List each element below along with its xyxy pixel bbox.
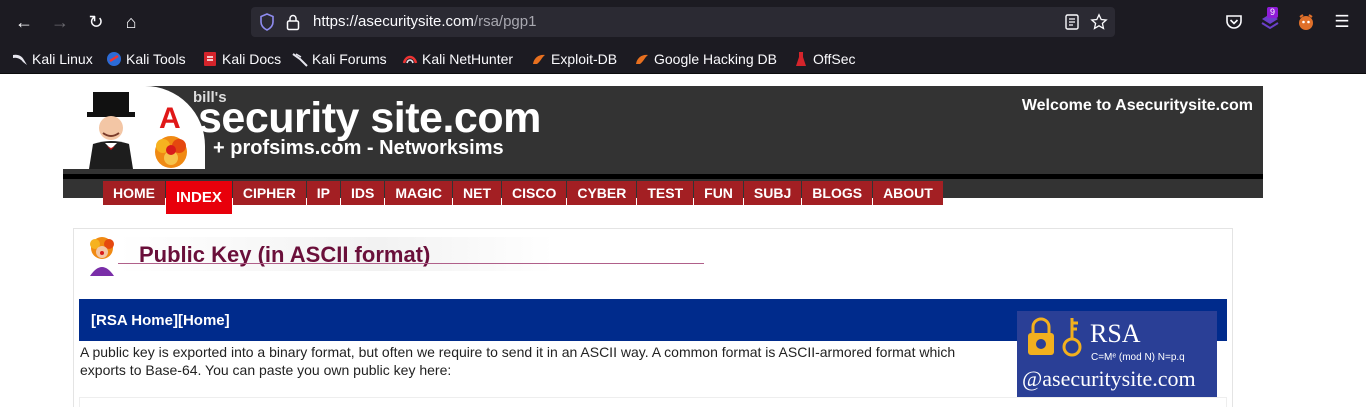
rsa-home-link[interactable]: [RSA Home] (91, 312, 178, 329)
menu-blogs[interactable]: BLOGS (802, 181, 873, 205)
bookmark-exploit-db[interactable]: Exploit-DB (531, 49, 617, 69)
page-title: Public Key (in ASCII format) (139, 242, 431, 267)
bookmark-offsec[interactable]: OffSec (793, 49, 856, 69)
svg-text:A: A (159, 102, 181, 135)
menu-icon[interactable]: ☰ (1329, 10, 1355, 34)
menu-subj[interactable]: SUBJ (743, 181, 802, 205)
intro-paragraph: A public key is exported into a binary f… (80, 344, 956, 378)
exploit-db-icon (533, 54, 545, 64)
menu-ids[interactable]: IDS (340, 181, 385, 205)
url-text[interactable]: https://asecuritysite.com/rsa/pgp1 (313, 13, 536, 30)
menu-test[interactable]: TEST (637, 181, 694, 205)
menu-index[interactable]: INDEX (166, 181, 232, 214)
bookmark-kali-forums[interactable]: Kali Forums (292, 49, 387, 69)
bookmark-kali-tools[interactable]: Kali Tools (106, 49, 186, 69)
kali-docs-icon (204, 52, 216, 66)
bookmark-kali-nethunter[interactable]: Kali NetHunter (402, 49, 513, 69)
reload-icon[interactable]: ↻ (83, 10, 109, 34)
shield-icon[interactable] (259, 13, 275, 31)
bookmark-kali-linux[interactable]: Kali Linux (12, 49, 93, 69)
menu-home[interactable]: HOME (103, 181, 165, 205)
key-icon (1062, 318, 1082, 357)
menu-magic[interactable]: MAGIC (385, 181, 452, 205)
kali-forums-icon (292, 53, 308, 67)
rsa-badge-formula: C=Mᵉ (mod N) N=p.q (1091, 352, 1185, 363)
offsec-icon (796, 52, 806, 66)
welcome-text: Welcome to Asecuritysite.com (1021, 97, 1253, 114)
bookmark-kali-docs[interactable]: Kali Docs (202, 49, 281, 69)
menu-cyber[interactable]: CYBER (567, 181, 637, 205)
bookmark-star-icon[interactable] (1090, 13, 1108, 31)
browser-toolbar: ← → ↻ ⌂ https://asecuritysite.com/rsa/pg… (0, 0, 1366, 44)
nethunter-icon (402, 55, 418, 64)
home-icon[interactable]: ⌂ (118, 10, 144, 34)
magician-mascot-icon: A (87, 92, 187, 169)
pocket-icon[interactable] (1223, 11, 1245, 33)
ghdb-icon (636, 54, 648, 64)
kali-dragon-icon (13, 54, 27, 65)
lock-icon[interactable] (285, 13, 301, 31)
clown-mascot-icon (90, 237, 114, 276)
site-logo-image[interactable]: A (63, 86, 205, 169)
menu-about[interactable]: ABOUT (873, 181, 943, 205)
back-icon[interactable]: ← (11, 10, 37, 34)
rsa-badge: RSA C=Mᵉ (mod N) N=p.q @asecuritysite.co… (1017, 311, 1217, 397)
logo-title[interactable]: security site.com (198, 94, 541, 143)
logo-subtitle: + profsims.com - Networksims (213, 137, 504, 159)
address-bar[interactable]: https://asecuritysite.com/rsa/pgp1 (251, 7, 1115, 37)
home-link[interactable]: [Home] (178, 312, 230, 329)
kali-tools-icon (107, 52, 121, 66)
title-underline (118, 263, 704, 264)
padlock-icon (1028, 317, 1054, 355)
reader-view-icon[interactable] (1063, 13, 1081, 31)
menu-cisco[interactable]: CISCO (502, 181, 567, 205)
menu-fun[interactable]: FUN (694, 181, 743, 205)
web-page: A bill's security site.com + profsims.co… (0, 75, 1366, 407)
rsa-badge-handle: @asecuritysite.com (1022, 366, 1196, 391)
foxy-extension-icon[interactable] (1295, 11, 1317, 33)
rsa-badge-title: RSA (1090, 319, 1141, 348)
forward-icon[interactable]: → (47, 10, 73, 34)
menu-ip[interactable]: IP (306, 181, 340, 205)
nav-links: [RSA Home][Home] (91, 312, 230, 329)
main-menu: HOME INDEX CIPHER IP IDS MAGIC NET CISCO… (103, 181, 944, 214)
extension-badge: 9 (1267, 7, 1279, 18)
menu-net[interactable]: NET (453, 181, 501, 205)
menu-cipher[interactable]: CIPHER (232, 181, 306, 205)
key-input-area[interactable] (79, 397, 1227, 407)
bookmarks-bar: Kali Linux Kali Tools Kali Docs Kali For… (0, 44, 1366, 74)
bookmark-google-hacking-db[interactable]: Google Hacking DB (634, 49, 777, 69)
